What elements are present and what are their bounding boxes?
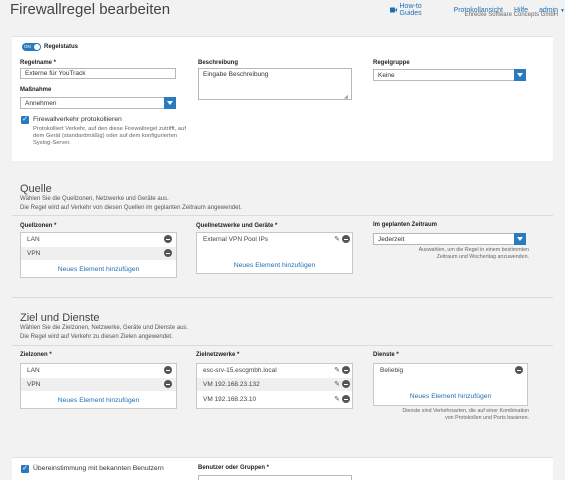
- howto-link[interactable]: How-to Guides: [390, 3, 443, 17]
- rule-status-toggle[interactable]: ON: [22, 43, 41, 51]
- source-sub1: Wählen Sie die Quellzonen, Netzwerke und…: [20, 196, 169, 202]
- dropdown-arrow-icon[interactable]: [164, 97, 176, 109]
- add-item-button[interactable]: Neues Element hinzufügen: [197, 262, 352, 269]
- log-help: Protokolliert Verkehr, auf den diese Fir…: [33, 126, 186, 146]
- remove-icon[interactable]: [342, 380, 350, 388]
- services-help: Dienste sind Verkehrsarten, die auf eine…: [402, 408, 529, 421]
- source-zones-label: Quellzonen *: [20, 223, 57, 229]
- users-groups-label: Benutzer oder Gruppen *: [198, 465, 270, 471]
- description-input[interactable]: Eingabe Beschreibung: [198, 68, 352, 100]
- source-sub2: Die Regel wird auf Verkehr von diesen Qu…: [20, 205, 242, 211]
- dest-sub2: Die Regel wird auf Verkehr zu diesen Zie…: [20, 334, 173, 340]
- dropdown-arrow-icon[interactable]: [514, 233, 526, 245]
- remove-icon[interactable]: [164, 380, 172, 388]
- dest-zones-list: LAN VPN Neues Element hinzufügen: [20, 363, 177, 409]
- remove-icon[interactable]: [164, 249, 172, 257]
- action-select[interactable]: Annehmen: [20, 97, 176, 109]
- list-item: esc-srv-15.escgmbh.local ✎: [197, 364, 352, 377]
- chevron-down-icon: ▼: [560, 7, 565, 14]
- users-groups-input[interactable]: [198, 475, 352, 480]
- add-item-button[interactable]: Neues Element hinzufügen: [21, 266, 176, 273]
- dest-zones-label: Zielzonen *: [20, 352, 52, 358]
- dest-networks-label: Zielnetzwerke *: [196, 352, 240, 358]
- divider: [12, 297, 553, 298]
- edit-icon[interactable]: ✎: [334, 235, 340, 243]
- schedule-help: Auswahlen, um die Regel in einem bestimm…: [418, 247, 529, 260]
- resize-handle-icon[interactable]: ◢: [344, 94, 348, 100]
- remove-icon[interactable]: [342, 235, 350, 243]
- divider: [12, 215, 553, 216]
- source-zones-list: LAN VPN Neues Element hinzufügen: [20, 232, 177, 278]
- remove-icon[interactable]: [515, 366, 523, 374]
- remove-icon[interactable]: [164, 235, 172, 243]
- rule-name-input[interactable]: Externe für YouTrack: [20, 68, 176, 79]
- rule-status-label: Regelstatus: [44, 44, 79, 50]
- source-networks-list: External VPN Pool IPs ✎ Neues Element hin…: [196, 232, 353, 274]
- dest-sub1: Wählen Sie die Zielzonen, Netzwerke, Ger…: [20, 325, 189, 331]
- list-item: LAN: [21, 364, 176, 377]
- add-item-button[interactable]: Neues Element hinzufügen: [374, 393, 527, 400]
- schedule-select[interactable]: Jederzeit: [373, 233, 526, 245]
- edit-icon[interactable]: ✎: [334, 395, 340, 403]
- dropdown-arrow-icon[interactable]: [514, 69, 526, 81]
- rule-group-label: Regelgruppe: [373, 60, 410, 66]
- remove-icon[interactable]: [164, 366, 172, 374]
- log-label: Firewallverkehr protokollieren: [33, 116, 122, 123]
- edit-icon[interactable]: ✎: [334, 366, 340, 374]
- schedule-label: Im geplanten Zeitraum: [373, 222, 438, 228]
- match-users-label: Übereinstimmung mit bekannten Benutzern: [33, 465, 164, 472]
- list-item: External VPN Pool IPs ✎: [197, 233, 352, 246]
- list-item: VPN: [21, 378, 176, 391]
- description-label: Beschreibung: [198, 60, 239, 66]
- remove-icon[interactable]: [342, 366, 350, 374]
- company-name: Ehrecke Software Concepts GmbH: [464, 12, 558, 18]
- source-title: Quelle: [20, 183, 52, 195]
- dest-networks-list: esc-srv-15.escgmbh.local ✎ VM 192.168.23.…: [196, 363, 353, 409]
- video-icon: [390, 7, 397, 13]
- rule-group-select[interactable]: Keine: [373, 69, 526, 81]
- remove-icon[interactable]: [342, 395, 350, 403]
- log-checkbox[interactable]: ✓: [21, 116, 29, 124]
- list-item: VPN: [21, 247, 176, 260]
- list-item: VM 192.168.23.10 ✎: [197, 393, 352, 406]
- list-item: Beliebig: [374, 364, 527, 377]
- edit-icon[interactable]: ✎: [334, 380, 340, 388]
- match-users-checkbox[interactable]: ✓: [21, 465, 29, 473]
- divider: [12, 345, 553, 346]
- add-item-button[interactable]: Neues Element hinzufügen: [21, 397, 176, 404]
- services-list: Beliebig Neues Element hinzufügen: [373, 363, 528, 406]
- dest-title: Ziel und Dienste: [20, 312, 100, 324]
- action-label: Maßnahme: [20, 87, 52, 93]
- list-item: VM 192.168.23.132 ✎: [197, 378, 352, 391]
- rule-name-label: Regelname *: [20, 60, 57, 66]
- source-networks-label: Quellnetzwerke und Geräte *: [196, 223, 278, 229]
- services-label: Dienste *: [373, 352, 399, 358]
- list-item: LAN: [21, 233, 176, 246]
- page-title: Firewallregel bearbeiten: [10, 1, 171, 18]
